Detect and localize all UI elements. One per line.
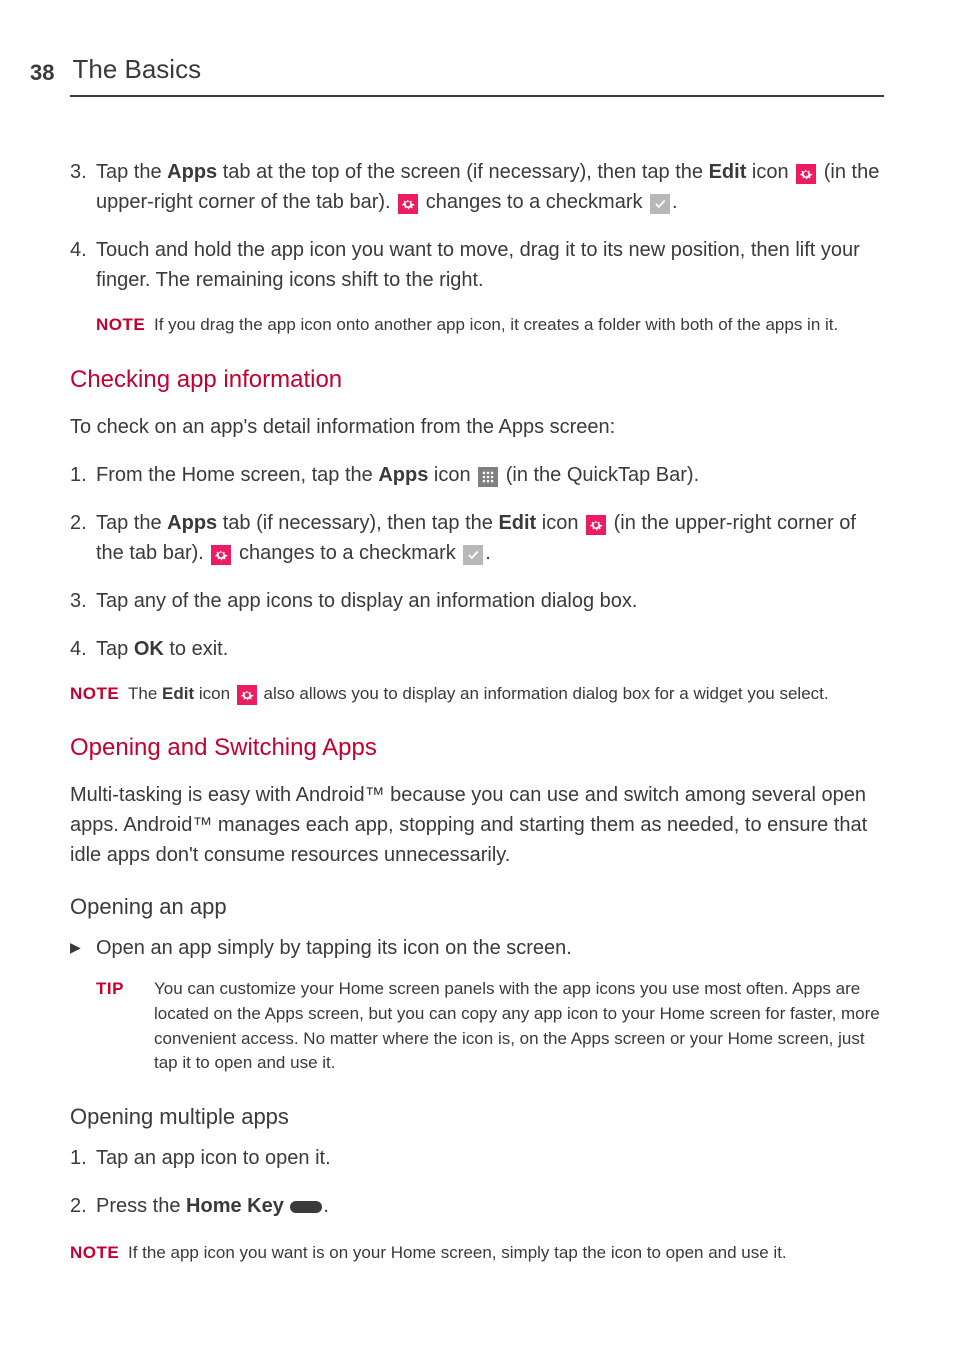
note-label: NOTE xyxy=(96,313,154,338)
list-body: From the Home screen, tap the Apps icon … xyxy=(96,460,884,490)
text: (in the QuickTap Bar). xyxy=(500,464,699,486)
list-body: Tap the Apps tab (if necessary), then ta… xyxy=(96,508,884,568)
list-body: Press the Home Key . xyxy=(96,1191,884,1223)
bullet-marker: ▶ xyxy=(70,933,96,963)
bold-ok: OK xyxy=(134,638,164,660)
list-number: 3. xyxy=(70,157,96,217)
text: The xyxy=(128,684,162,703)
page: 38 The Basics 3. Tap the Apps tab at the… xyxy=(0,0,954,1372)
list-number: 1. xyxy=(70,460,96,490)
apps-grid-icon xyxy=(478,467,498,487)
gear-icon xyxy=(237,685,257,705)
gear-icon xyxy=(211,545,231,565)
bold-edit: Edit xyxy=(162,684,194,703)
note-body: The Edit icon also allows you to display… xyxy=(128,682,884,707)
text: Tap the xyxy=(96,161,167,183)
page-header: 38 The Basics xyxy=(70,50,884,97)
text: icon xyxy=(746,161,794,183)
text: to exit. xyxy=(164,638,228,660)
list-body: Tap OK to exit. xyxy=(96,634,884,664)
text: tab at the top of the screen (if necessa… xyxy=(217,161,708,183)
tip-label: TIP xyxy=(96,977,154,1076)
text: changes to a checkmark xyxy=(233,542,461,564)
text: also allows you to display an informatio… xyxy=(259,684,829,703)
bold-edit: Edit xyxy=(498,512,536,534)
page-number: 38 xyxy=(30,56,54,89)
note-body: If you drag the app icon onto another ap… xyxy=(154,313,884,338)
text: tab (if necessary), then tap the xyxy=(217,512,498,534)
list-body: Tap any of the app icons to display an i… xyxy=(96,586,884,616)
list-body: Tap an app icon to open it. xyxy=(96,1143,884,1173)
bullet-item: ▶ Open an app simply by tapping its icon… xyxy=(70,933,884,963)
text: . xyxy=(485,542,491,564)
section-title: The Basics xyxy=(72,50,201,89)
home-key-icon xyxy=(289,1193,323,1223)
note: NOTE If the app icon you want is on your… xyxy=(70,1241,884,1266)
note: NOTE The Edit icon also allows you to di… xyxy=(70,682,884,707)
step-3: 3. Tap the Apps tab at the top of the sc… xyxy=(70,157,884,217)
check-step-3: 3. Tap any of the app icons to display a… xyxy=(70,586,884,616)
list-number: 1. xyxy=(70,1143,96,1173)
step-4: 4. Touch and hold the app icon you want … xyxy=(70,235,884,295)
text: Press the xyxy=(96,1195,186,1217)
list-number: 2. xyxy=(70,508,96,568)
heading-opening-switching: Opening and Switching Apps xyxy=(70,730,884,766)
heading-opening-app: Opening an app xyxy=(70,890,884,923)
check-step-1: 1. From the Home screen, tap the Apps ic… xyxy=(70,460,884,490)
note-body: If the app icon you want is on your Home… xyxy=(128,1241,884,1266)
text: Tap the xyxy=(96,512,167,534)
note-label: NOTE xyxy=(70,682,128,707)
multi-step-2: 2. Press the Home Key . xyxy=(70,1191,884,1223)
bold-edit: Edit xyxy=(709,161,747,183)
check-step-2: 2. Tap the Apps tab (if necessary), then… xyxy=(70,508,884,568)
note-label: NOTE xyxy=(70,1241,128,1266)
list-body: Tap the Apps tab at the top of the scree… xyxy=(96,157,884,217)
list-number: 3. xyxy=(70,586,96,616)
text: icon xyxy=(536,512,584,534)
heading-checking: Checking app information xyxy=(70,362,884,398)
list-body: Touch and hold the app icon you want to … xyxy=(96,235,884,295)
multi-step-1: 1. Tap an app icon to open it. xyxy=(70,1143,884,1173)
text: . xyxy=(672,191,678,213)
gear-icon xyxy=(796,164,816,184)
bold-apps: Apps xyxy=(378,464,428,486)
text: icon xyxy=(428,464,476,486)
text: icon xyxy=(194,684,235,703)
bullet-text: Open an app simply by tapping its icon o… xyxy=(96,933,572,963)
list-number: 4. xyxy=(70,235,96,295)
checkmark-icon xyxy=(650,194,670,214)
note: NOTE If you drag the app icon onto anoth… xyxy=(96,313,884,338)
text: From the Home screen, tap the xyxy=(96,464,378,486)
gear-icon xyxy=(586,515,606,535)
text: . xyxy=(323,1195,329,1217)
tip-body: You can customize your Home screen panel… xyxy=(154,977,884,1076)
paragraph: To check on an app's detail information … xyxy=(70,412,884,442)
tip: TIP You can customize your Home screen p… xyxy=(96,977,884,1076)
bold-apps: Apps xyxy=(167,161,217,183)
checkmark-icon xyxy=(463,545,483,565)
list-number: 4. xyxy=(70,634,96,664)
list-number: 2. xyxy=(70,1191,96,1223)
heading-multiple-apps: Opening multiple apps xyxy=(70,1100,884,1133)
gear-icon xyxy=(398,194,418,214)
check-step-4: 4. Tap OK to exit. xyxy=(70,634,884,664)
bold-home-key: Home Key xyxy=(186,1195,284,1217)
bold-apps: Apps xyxy=(167,512,217,534)
text: Tap xyxy=(96,638,134,660)
text: changes to a checkmark xyxy=(420,191,648,213)
paragraph: Multi-tasking is easy with Android™ beca… xyxy=(70,780,884,870)
